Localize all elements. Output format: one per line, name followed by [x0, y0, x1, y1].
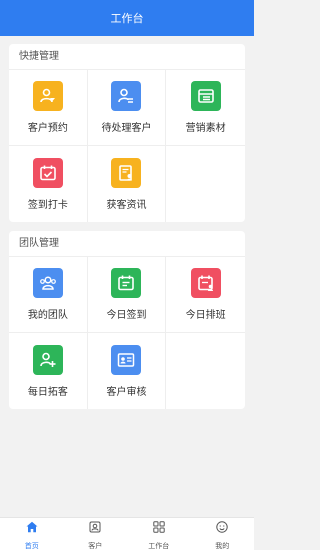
grid-item-empty — [166, 333, 245, 409]
grid-item-label: 签到打卡 — [27, 199, 68, 211]
grid-item-label: 今日排班 — [185, 310, 226, 321]
grid-item-label: 今日签到 — [106, 310, 147, 321]
customer-icon — [89, 520, 101, 538]
tab-customer[interactable]: 客户 — [64, 518, 128, 550]
grid-item-label: 营销素材 — [185, 123, 226, 134]
workbench-icon — [153, 520, 165, 538]
grid-item-label: 待处理客户 — [101, 123, 152, 134]
tab-label: 客户 — [88, 542, 103, 550]
section-title: 团队管理 — [9, 231, 245, 257]
grid-item-marketing-material[interactable]: 营销素材 — [166, 70, 245, 146]
grid-item-customer-appointment[interactable]: 客户预约 — [9, 70, 88, 146]
grid-item-leads-info[interactable]: 获客资讯 — [88, 146, 167, 222]
grid-item-label: 客户审核 — [106, 386, 147, 398]
tab-profile[interactable]: 我的 — [191, 518, 255, 550]
home-icon — [26, 520, 38, 538]
team-management-card: 团队管理 我的团队 今日签到 今日排班 每日拓客 客户审核 — [9, 231, 245, 409]
tab-home[interactable]: 首页 — [0, 518, 64, 550]
grid-item-today-schedule[interactable]: 今日排班 — [166, 257, 245, 333]
customer-appointment-icon — [32, 81, 63, 111]
app-header: 工作台 — [0, 0, 254, 36]
marketing-material-icon — [190, 81, 221, 111]
leads-info-icon — [111, 157, 142, 188]
page-title: 工作台 — [110, 13, 144, 25]
grid-item-label: 每日拓客 — [27, 386, 68, 398]
tab-label: 首页 — [24, 542, 39, 550]
bottom-tab-bar: 首页 客户 工作台 我的 — [0, 517, 254, 550]
customer-review-icon — [111, 344, 142, 375]
grid-item-label: 获客资讯 — [106, 199, 147, 211]
grid-item-pending-customer[interactable]: 待处理客户 — [87, 70, 167, 146]
section-title: 快捷管理 — [9, 44, 245, 70]
grid-item-daily-prospect[interactable]: 每日拓客 — [9, 333, 88, 409]
grid-item-customer-review[interactable]: 客户审核 — [88, 333, 167, 409]
profile-icon — [216, 520, 228, 538]
today-check-in-icon — [111, 268, 142, 298]
tab-label: 工作台 — [148, 542, 170, 550]
check-in-icon — [32, 157, 63, 188]
my-team-icon — [32, 268, 63, 298]
tab-workbench[interactable]: 工作台 — [127, 518, 191, 550]
grid-item-label: 我的团队 — [27, 310, 68, 321]
pending-customer-icon — [111, 81, 142, 111]
tab-label: 我的 — [215, 542, 230, 550]
grid-item-today-check-in[interactable]: 今日签到 — [87, 257, 167, 333]
grid-item-label: 客户预约 — [27, 123, 68, 134]
grid-item-my-team[interactable]: 我的团队 — [9, 257, 88, 333]
today-schedule-icon — [190, 268, 221, 298]
daily-prospect-icon — [32, 344, 63, 375]
grid-item-check-in[interactable]: 签到打卡 — [9, 146, 88, 222]
grid-item-empty — [166, 146, 245, 222]
quick-management-card: 快捷管理 客户预约 待处理客户 营销素材 签到打卡 获客资讯 — [9, 44, 245, 222]
